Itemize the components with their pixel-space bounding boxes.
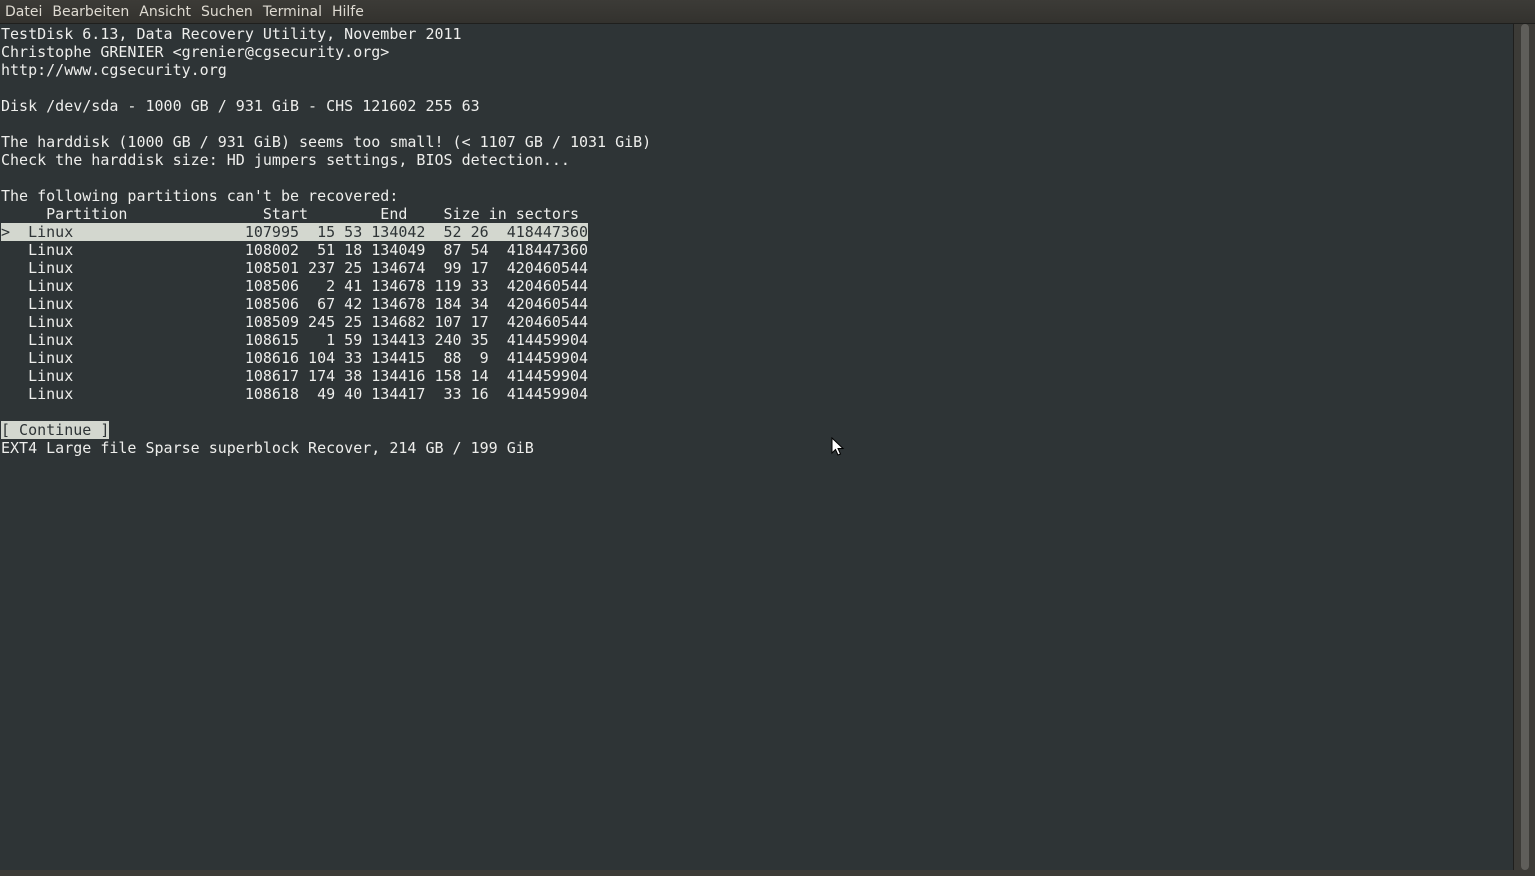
menu-bearbeiten[interactable]: Bearbeiten — [52, 4, 129, 20]
scrollbar[interactable] — [1513, 24, 1535, 870]
header-line-url: http://www.cgsecurity.org — [1, 61, 227, 79]
table-row[interactable]: Linux 108501 237 25 134674 99 17 4204605… — [0, 259, 1513, 277]
table-row[interactable]: Linux 108617 174 38 134416 158 14 414459… — [0, 367, 1513, 385]
menu-terminal[interactable]: Terminal — [263, 4, 322, 20]
window-bottom-edge — [0, 870, 1535, 876]
warning-check: Check the harddisk size: HD jumpers sett… — [1, 151, 570, 169]
header-line-title: TestDisk 6.13, Data Recovery Utility, No… — [1, 25, 462, 43]
header-line-author: Christophe GRENIER <grenier@cgsecurity.o… — [1, 43, 390, 61]
menu-suchen[interactable]: Suchen — [201, 4, 253, 20]
partitions-title: The following partitions can't be recove… — [1, 187, 399, 205]
status-line: EXT4 Large file Sparse superblock Recove… — [1, 439, 534, 457]
terminal-area[interactable]: TestDisk 6.13, Data Recovery Utility, No… — [0, 24, 1513, 870]
disk-info: Disk /dev/sda - 1000 GB / 931 GiB - CHS … — [1, 97, 480, 115]
warning-size: The harddisk (1000 GB / 931 GiB) seems t… — [1, 133, 652, 151]
table-row[interactable]: Linux 108616 104 33 134415 88 9 41445990… — [0, 349, 1513, 367]
table-row[interactable]: Linux 108509 245 25 134682 107 17 420460… — [0, 313, 1513, 331]
table-row[interactable]: Linux 108002 51 18 134049 87 54 41844736… — [0, 241, 1513, 259]
table-row-selected-text: > Linux 107995 15 53 134042 52 26 418447… — [1, 223, 588, 241]
mouse-pointer-icon — [831, 437, 845, 456]
menu-ansicht[interactable]: Ansicht — [139, 4, 191, 20]
menu-datei[interactable]: Datei — [5, 4, 42, 20]
table-row[interactable]: Linux 108506 2 41 134678 119 33 42046054… — [0, 277, 1513, 295]
menu-hilfe[interactable]: Hilfe — [332, 4, 364, 20]
menu-bar: Datei Bearbeiten Ansicht Suchen Terminal… — [0, 0, 1535, 24]
table-row[interactable]: Linux 108615 1 59 134413 240 35 41445990… — [0, 331, 1513, 349]
continue-button[interactable]: [ Continue ] — [1, 421, 110, 439]
scrollbar-thumb[interactable] — [1521, 24, 1529, 870]
table-header: Partition Start End Size in sectors — [1, 205, 579, 223]
continue-line: [ Continue ] — [0, 421, 1513, 439]
table-row[interactable]: Linux 108618 49 40 134417 33 16 41445990… — [0, 385, 1513, 403]
table-row[interactable]: > Linux 107995 15 53 134042 52 26 418447… — [0, 223, 1513, 241]
table-row[interactable]: Linux 108506 67 42 134678 184 34 4204605… — [0, 295, 1513, 313]
